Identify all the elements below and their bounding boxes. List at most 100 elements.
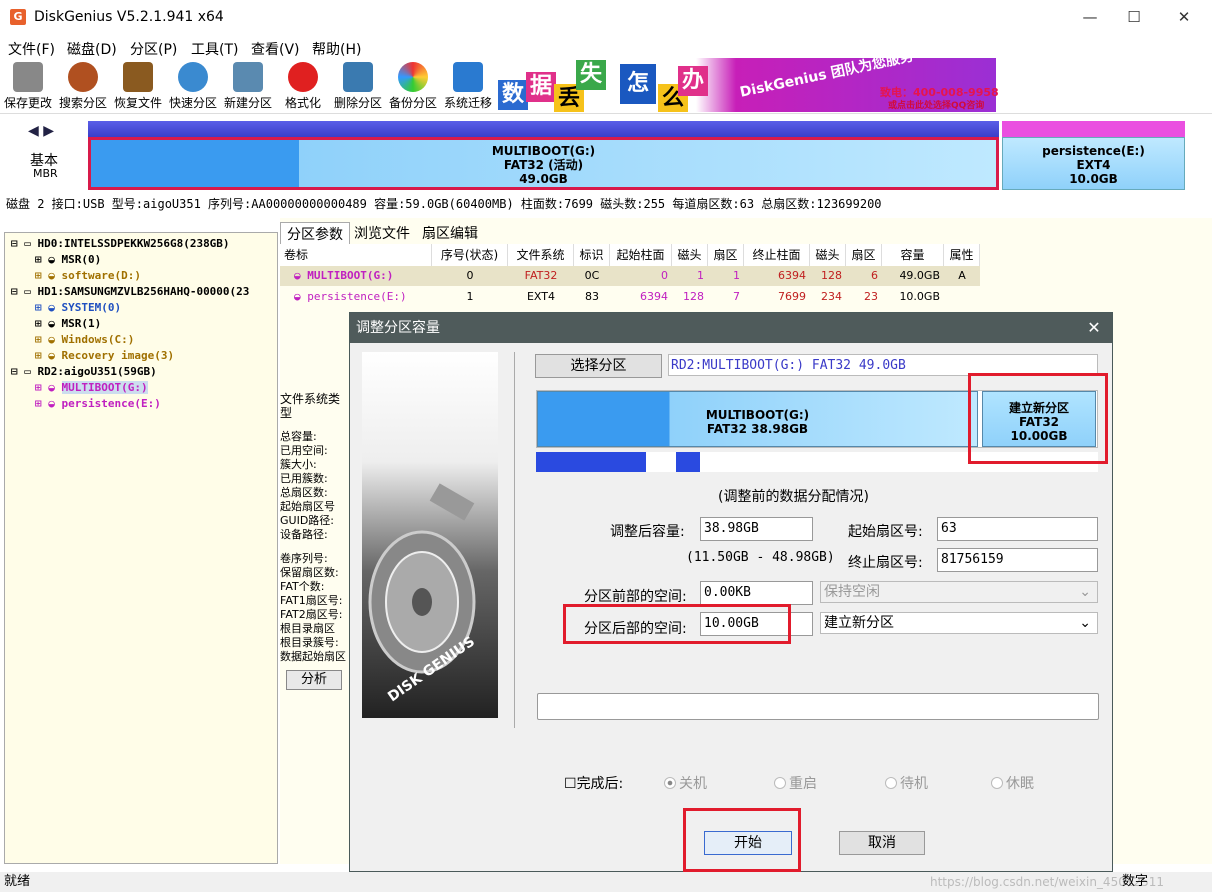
back-action-select[interactable]: 建立新分区 ⌄ [820,612,1098,634]
status-text: 就绪 [4,874,31,889]
menu-partition[interactable]: 分区(P) [130,39,177,59]
preview-partition-g[interactable]: MULTIBOOT(G:) FAT32 38.98GB [537,391,978,447]
toolbar-label: 备份分区 [388,96,437,110]
used-segment [676,452,700,472]
info-label: FAT个数: [280,580,325,593]
info-label: 保留扇区数: [280,566,339,579]
disk-info-line: 磁盘 2 接口:USB 型号:aigoU351 序列号:AA0000000000… [0,194,1212,214]
partition-e-block[interactable]: persistence(E:) EXT4 10.0GB [1002,137,1185,190]
start-sector-input[interactable]: 63 [937,517,1098,541]
windows-icon [453,62,483,92]
minimize-button[interactable]: — [1066,0,1114,34]
info-label: 数据起始扇区 [280,650,346,663]
delete-partition-button[interactable]: 删除分区 [331,60,385,112]
tree-label: MSR(1) [61,317,102,330]
tab-browse-files[interactable]: 浏览文件 [348,222,416,244]
tab-bar: 分区参数 浏览文件 扇区编辑 [280,220,1212,245]
recover-files-button[interactable]: 恢复文件 [111,60,165,112]
info-label: 总容量: [280,430,317,443]
tab-sector-edit[interactable]: 扇区编辑 [416,222,484,244]
radio-restart[interactable]: 重启 [774,773,817,793]
after-complete-checkbox[interactable]: ☐完成后: [564,773,623,793]
tree-item-persistence[interactable]: ⊞ ◒ persistence(E:) [35,397,161,410]
new-size-input[interactable]: 38.98GB [700,517,813,541]
col-header: 序号(状态) [432,244,508,266]
cell: 1 [733,269,740,282]
search-partition-button[interactable]: 搜索分区 [56,60,110,112]
chevron-down-icon: ⌄ [1079,584,1091,600]
backup-partition-button[interactable]: 备份分区 [386,60,440,112]
new-partition-button[interactable]: 新建分区 [221,60,275,112]
tree-label: RD2:aigoU351(59GB) [37,365,157,378]
menu-help[interactable]: 帮助(H) [312,39,361,59]
format-button[interactable]: 格式化 [276,60,330,112]
menu-view[interactable]: 查看(V) [251,39,300,59]
select-value: 保持空闲 [824,584,880,600]
radio-hibernate[interactable]: 休眠 [991,773,1034,793]
disk-nav-arrows[interactable]: ◀ ▶ [28,123,54,139]
cell: 0C [584,269,600,282]
radio-standby[interactable]: 待机 [885,773,928,793]
front-space-input[interactable]: 0.00KB [700,581,813,605]
close-button[interactable]: ✕ [1160,0,1208,34]
cell: 6394 [778,269,806,282]
banner-qq-link[interactable]: 或点击此处选择QQ咨询 [888,98,984,111]
start-sector-label: 起始扇区号: [848,524,923,540]
cell [944,287,980,307]
tree-label: HD1:SAMSUNGMZVLB256HAHQ-00000(23 [37,285,250,298]
analyze-button[interactable]: 分析 [286,670,342,690]
tree-item-recovery[interactable]: ⊞ ◒ Recovery image(3) [35,349,174,362]
pie-icon [398,62,428,92]
tree-item-msr0[interactable]: ⊞ ◒ MSR(0) [35,253,101,266]
partition-fs: EXT4 [1076,158,1111,172]
banner-char: 据 [526,72,556,102]
dialog-divider [514,352,515,728]
tree-item-windows[interactable]: ⊞ ◒ Windows(C:) [35,333,134,346]
tree-label: persistence(E:) [61,397,161,410]
trash-icon [343,62,373,92]
tree-item-hd0[interactable]: ⊟ ▭ HD0:INTELSSDPEKKW256G8(238GB) [11,237,230,250]
app-icon: G [10,9,26,25]
tree-item-multiboot[interactable]: ⊞ ◒ MULTIBOOT(G:) [35,381,148,394]
partition-g-header[interactable] [88,121,999,137]
tree-label: software(D:) [61,269,141,282]
tree-item-hd1[interactable]: ⊟ ▭ HD1:SAMSUNGMZVLB256HAHQ-00000(23 [11,285,249,298]
front-space-label: 分区前部的空间: [584,589,687,605]
end-sector-input[interactable]: 81756159 [937,548,1098,572]
cell: 83 [585,290,599,303]
disk-scheme: MBR [33,167,58,180]
col-header: 扇区 [846,244,882,266]
numlock-indicator: 数字 [1122,874,1149,889]
tab-partition-params[interactable]: 分区参数 [280,222,350,245]
tree-label: SYSTEM(0) [61,301,122,314]
select-partition-button[interactable]: 选择分区 [535,354,662,378]
partition-g-block[interactable]: MULTIBOOT(G:) FAT32 (活动) 49.0GB [88,137,999,190]
menu-tools[interactable]: 工具(T) [191,39,238,59]
tree-item-msr1[interactable]: ⊞ ◒ MSR(1) [35,317,101,330]
radio-label: 待机 [900,776,928,792]
tree-item-system[interactable]: ⊞ ◒ SYSTEM(0) [35,301,121,314]
cell: 1 [697,269,704,282]
checkbox-label: 完成后: [576,776,624,792]
dialog-close-button[interactable]: ✕ [1080,314,1108,342]
radio-shutdown[interactable]: 关机 [664,773,707,793]
tree-item-rd2[interactable]: ⊟ ▭ RD2:aigoU351(59GB) [11,365,157,378]
radio-label: 关机 [679,776,707,792]
partition-e-header[interactable] [1002,121,1185,137]
info-label: 卷序列号: [280,552,328,565]
menu-disk[interactable]: 磁盘(D) [67,39,117,59]
quick-partition-button[interactable]: 快速分区 [166,60,220,112]
info-label: 根目录扇区 [280,622,335,635]
toolbar-label: 搜索分区 [58,96,107,110]
menu-file[interactable]: 文件(F) [8,39,55,59]
save-changes-button[interactable]: 保存更改 [1,60,55,112]
tree-item-software[interactable]: ⊞ ◒ software(D:) [35,269,141,282]
maximize-button[interactable]: ☐ [1110,0,1158,34]
banner-char: 怎 [620,64,656,104]
end-sector-label: 终止扇区号: [848,555,923,571]
size-range-hint: (11.50GB - 48.98GB) [686,550,835,565]
cancel-button[interactable]: 取消 [839,831,925,855]
front-action-select[interactable]: 保持空闲 ⌄ [820,581,1098,603]
banner-char: 失 [576,60,606,90]
system-migration-button[interactable]: 系统迁移 [441,60,495,112]
